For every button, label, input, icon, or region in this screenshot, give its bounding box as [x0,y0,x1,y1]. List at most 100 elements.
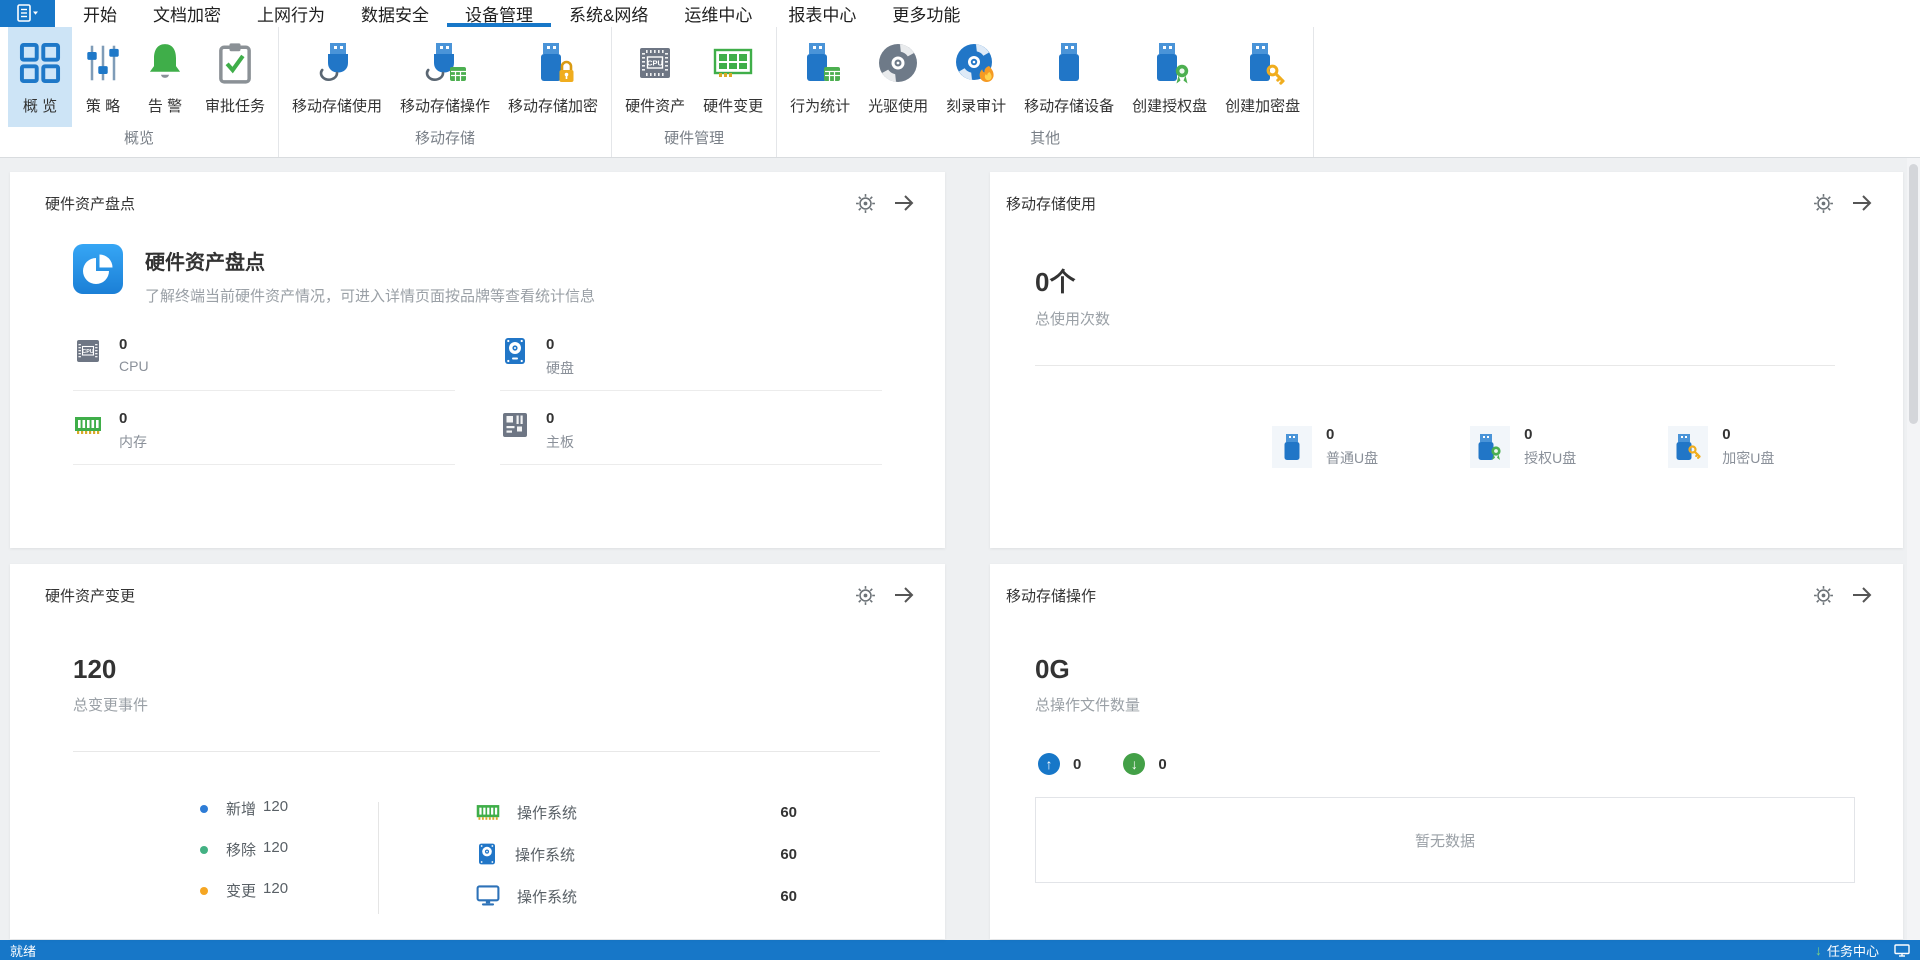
ribbon-button-create-authorized-disk[interactable]: 创建授权盘 [1123,27,1216,127]
stat-value: 0 [546,336,555,353]
ribbon-button-hardware-assets[interactable]: CPU 硬件资产 [616,27,694,127]
svg-text:CPU: CPU [82,349,93,355]
tab-web-behavior[interactable]: 上网行为 [239,0,343,27]
ribbon-button-overview[interactable]: 概 览 [8,27,72,128]
stat-label: CPU [119,358,149,374]
motherboard-icon [500,410,530,440]
ram-icon [73,410,103,440]
empty-state: 暂无数据 [1035,797,1855,883]
overview-grid-icon [17,37,63,89]
stat-value: 0 [546,410,555,427]
hdd-icon [500,336,530,366]
ribbon-button-hardware-change[interactable]: 硬件变更 [694,27,772,127]
legend-dot [200,845,208,854]
tab-home[interactable]: 开始 [65,0,135,27]
ribbon-button-storage-encryption[interactable]: 移动存储加密 [499,27,607,127]
ram-icon [475,799,501,825]
stat-label: 内存 [119,434,147,450]
ribbon-button-label: 创建授权盘 [1132,98,1208,115]
gear-icon[interactable] [1812,584,1834,606]
gear-icon[interactable] [854,584,876,606]
stat-memory: 0 内存 [73,410,455,465]
tab-doc-encryption[interactable]: 文档加密 [135,0,239,27]
big-label: 总变更事件 [73,697,149,714]
ribbon-button-policy[interactable]: 策 略 [72,27,134,127]
stat-label: 加密U盘 [1722,450,1775,466]
change-list: 操作系统 60 操作系统 60 操作系统 60 [475,798,797,910]
cpu-icon: CPU [73,336,103,366]
monitor-icon [475,883,501,909]
big-value: 120 [73,654,117,684]
tab-device-management[interactable]: 设备管理 [447,0,551,27]
tab-ops-center[interactable]: 运维中心 [666,0,770,27]
bell-icon [143,37,187,89]
tab-more-features[interactable]: 更多功能 [874,0,978,27]
usb-key-icon [1240,37,1286,89]
ribbon-button-create-encrypted-disk[interactable]: 创建加密盘 [1216,27,1309,127]
arrow-right-icon[interactable] [893,584,915,606]
big-label: 总使用次数 [1035,311,1111,328]
monitor-small-icon[interactable] [1894,943,1910,957]
ribbon-button-cd-usage[interactable]: 光驱使用 [859,27,937,127]
stat-label: 授权U盘 [1524,450,1577,466]
feature-description: 了解终端当前硬件资产情况，可进入详情页面按品牌等查看统计信息 [145,288,596,305]
ribbon-button-storage-usage[interactable]: 移动存储使用 [283,27,391,127]
arrow-right-icon[interactable] [1851,192,1873,214]
big-value: 0个 [1035,267,1076,297]
stat-value: 0 [119,410,128,427]
svg-text:CPU: CPU [647,59,663,68]
gear-icon[interactable] [1812,192,1834,214]
legend-label: 变更 [226,883,257,900]
card-storage-usage: 移动存储使用 0个 总使用次数 0 普通U盘 0 授权U盘 0 加密U盘 [990,172,1903,548]
list-label: 操作系统 [517,804,578,822]
pie-chart-icon [73,244,123,294]
ribbon-button-behavior-stats[interactable]: 行为统计 [781,27,859,127]
arrow-right-icon[interactable] [1851,584,1873,606]
card-title: 移动存储使用 [1006,195,1097,213]
arrow-right-icon[interactable] [893,192,915,214]
list-item: 操作系统 60 [475,882,797,910]
legend-item-added: 新增 120 [200,798,366,819]
download-stat: ↓ 0 [1123,753,1167,775]
cd-burn-icon [953,37,999,89]
status-ready: 就绪 [10,943,37,959]
ribbon-button-burn-audit[interactable]: 刻录审计 [937,27,1015,127]
gear-icon[interactable] [854,192,876,214]
card-storage-operations: 移动存储操作 0G 总操作文件数量 ↑ 0 ↓ 0 暂无数据 [990,564,1903,939]
tab-report-center[interactable]: 报表中心 [770,0,874,27]
ribbon-button-label: 移动存储设备 [1024,98,1115,115]
legend-dot [200,886,208,895]
ribbon-button-label: 光驱使用 [868,98,929,115]
legend-label: 移除 [226,842,257,859]
tab-system-network[interactable]: 系统&网络 [551,0,666,27]
stat-value: 0 [1524,426,1533,443]
ribbon-button-storage-operations[interactable]: 移动存储操作 [391,27,499,127]
ribbon-button-approval-tasks[interactable]: 审批任务 [196,27,274,127]
ribbon-button-label: 移动存储操作 [400,98,491,115]
ribbon-button-label: 硬件资产 [625,98,686,115]
ribbon-button-label: 告 警 [147,98,183,115]
tab-data-security[interactable]: 数据安全 [343,0,447,27]
app-menu-button[interactable] [0,0,55,27]
task-center[interactable]: ↓ 任务中心 [1815,941,1910,960]
change-legend: 新增 120 移除 120 变更 120 [200,798,366,901]
ribbon-button-storage-devices[interactable]: 移动存储设备 [1015,27,1123,127]
list-item: 操作系统 60 [475,798,797,826]
vertical-scrollbar[interactable] [1907,158,1920,940]
stat-value: 0 [1326,426,1335,443]
scrollbar-thumb[interactable] [1909,164,1918,424]
stat-label: 普通U盘 [1326,450,1379,466]
ribbon-group-other: 行为统计 光驱使用 刻录审计 移动存储设备 创建授权盘 创建加密盘 其他 [777,27,1315,157]
down-circle-icon: ↓ [1123,753,1146,775]
stat-encrypted-usb: 0 加密U盘 [1668,426,1774,468]
usb-icon [1272,426,1312,468]
usb-table-icon [797,37,843,89]
legend-item-removed: 移除 120 [200,839,366,860]
ribbon-group-label: 硬件管理 [664,130,725,148]
usb-award-icon [1147,37,1193,89]
download-arrow-icon: ↓ [1814,942,1822,958]
ribbon-button-alert[interactable]: 告 警 [134,27,196,127]
list-item: 操作系统 60 [475,840,797,868]
stat-disk: 0 硬盘 [500,336,882,391]
usb-icon [1046,37,1092,89]
